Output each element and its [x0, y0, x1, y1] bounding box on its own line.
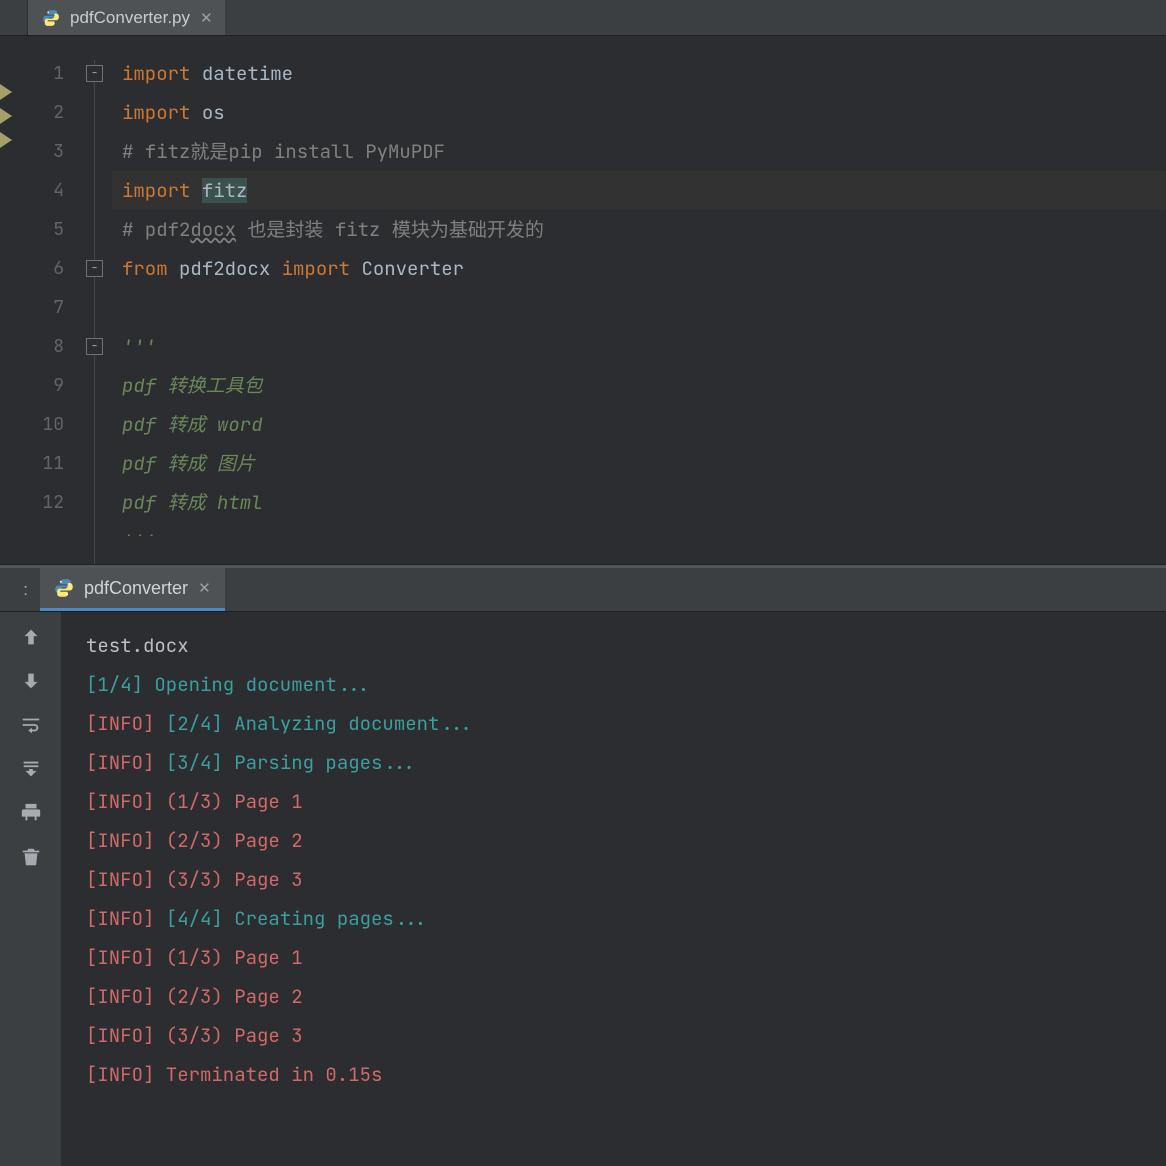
arrow-up-icon[interactable] — [20, 626, 42, 648]
line-number: 3 — [18, 132, 80, 171]
code-line — [112, 288, 1166, 327]
console-line: [INFO] (3/3) Page 3 — [86, 1016, 1166, 1055]
python-run-icon — [54, 578, 74, 598]
console-line: [INFO] [4/4] Creating pages... — [86, 899, 1166, 938]
code-line: ''' — [112, 522, 1166, 536]
code-area[interactable]: import datetimeimport os# fitz就是pip inst… — [112, 36, 1166, 564]
code-line: import fitz — [112, 171, 1166, 210]
console-line: [INFO] Terminated in 0.15s — [86, 1055, 1166, 1094]
line-number-gutter: 123456789101112 — [18, 36, 80, 564]
code-line: pdf 转换工具包 — [112, 366, 1166, 405]
code-line: ''' — [112, 327, 1166, 366]
fold-toggle-icon[interactable]: − — [86, 338, 103, 355]
console-line: [INFO] (2/3) Page 2 — [86, 821, 1166, 860]
close-icon[interactable]: ✕ — [200, 9, 213, 27]
run-tab[interactable]: pdfConverter ✕ — [40, 568, 225, 611]
close-icon[interactable]: ✕ — [198, 579, 211, 597]
code-line: pdf 转成 图片 — [112, 444, 1166, 483]
run-panel-label: : — [0, 568, 28, 611]
trash-icon[interactable] — [20, 846, 42, 868]
console-line: [INFO] (2/3) Page 2 — [86, 977, 1166, 1016]
arrow-down-icon[interactable] — [20, 670, 42, 692]
code-line: import os — [112, 93, 1166, 132]
editor-tab[interactable]: pdfConverter.py ✕ — [28, 0, 225, 35]
line-number: 8 — [18, 327, 80, 366]
editor-body: 123456789101112 −−− import datetimeimpor… — [0, 36, 1166, 564]
console-output[interactable]: test.docx[1/4] Opening document...[INFO]… — [62, 612, 1166, 1166]
print-icon[interactable] — [20, 802, 42, 824]
run-panel: : pdfConverter ✕ test.docx[1/4] Opening … — [0, 565, 1166, 1166]
line-number: 5 — [18, 210, 80, 249]
run-tab-bar: : pdfConverter ✕ — [0, 568, 1166, 612]
console-tool-strip — [0, 612, 62, 1166]
console-line: [INFO] (1/3) Page 1 — [86, 938, 1166, 977]
fold-toggle-icon[interactable]: − — [86, 260, 103, 277]
line-number: 12 — [18, 483, 80, 522]
editor-panel: pdfConverter.py ✕ 123456789101112 −−− im… — [0, 0, 1166, 565]
python-file-icon — [42, 9, 60, 27]
console-line: [INFO] [2/4] Analyzing document... — [86, 704, 1166, 743]
console-body: test.docx[1/4] Opening document...[INFO]… — [0, 612, 1166, 1166]
fold-toggle-icon[interactable]: − — [86, 65, 103, 82]
line-number: 1 — [18, 54, 80, 93]
bookmark-marker[interactable] — [0, 84, 12, 100]
code-line: from pdf2docx import Converter — [112, 249, 1166, 288]
line-number: 6 — [18, 249, 80, 288]
code-line: pdf 转成 html — [112, 483, 1166, 522]
editor-tab-bar: pdfConverter.py ✕ — [0, 0, 1166, 36]
bookmark-marker[interactable] — [0, 108, 12, 124]
run-tab-name: pdfConverter — [84, 578, 188, 599]
tab-bar-left-pad — [0, 0, 28, 35]
bookmark-marker[interactable] — [0, 132, 12, 148]
console-line: [INFO] [3/4] Parsing pages... — [86, 743, 1166, 782]
line-number: 11 — [18, 444, 80, 483]
console-line: test.docx — [86, 626, 1166, 665]
line-number: 10 — [18, 405, 80, 444]
code-line: pdf 转成 word — [112, 405, 1166, 444]
console-line: [1/4] Opening document... — [86, 665, 1166, 704]
line-number: 7 — [18, 288, 80, 327]
editor-tab-filename: pdfConverter.py — [70, 8, 190, 28]
console-line: [INFO] (3/3) Page 3 — [86, 860, 1166, 899]
code-fold-strip: − − − — [80, 36, 112, 564]
line-number: 9 — [18, 366, 80, 405]
code-line: # pdf2docx 也是封装 fitz 模块为基础开发的 — [112, 210, 1166, 249]
line-number: 2 — [18, 93, 80, 132]
code-line: import datetime — [112, 54, 1166, 93]
code-line: # fitz就是pip install PyMuPDF — [112, 132, 1166, 171]
soft-wrap-icon[interactable] — [20, 714, 42, 736]
left-marker-strip — [0, 36, 18, 564]
console-line: [INFO] (1/3) Page 1 — [86, 782, 1166, 821]
scroll-to-end-icon[interactable] — [20, 758, 42, 780]
line-number: 4 — [18, 171, 80, 210]
